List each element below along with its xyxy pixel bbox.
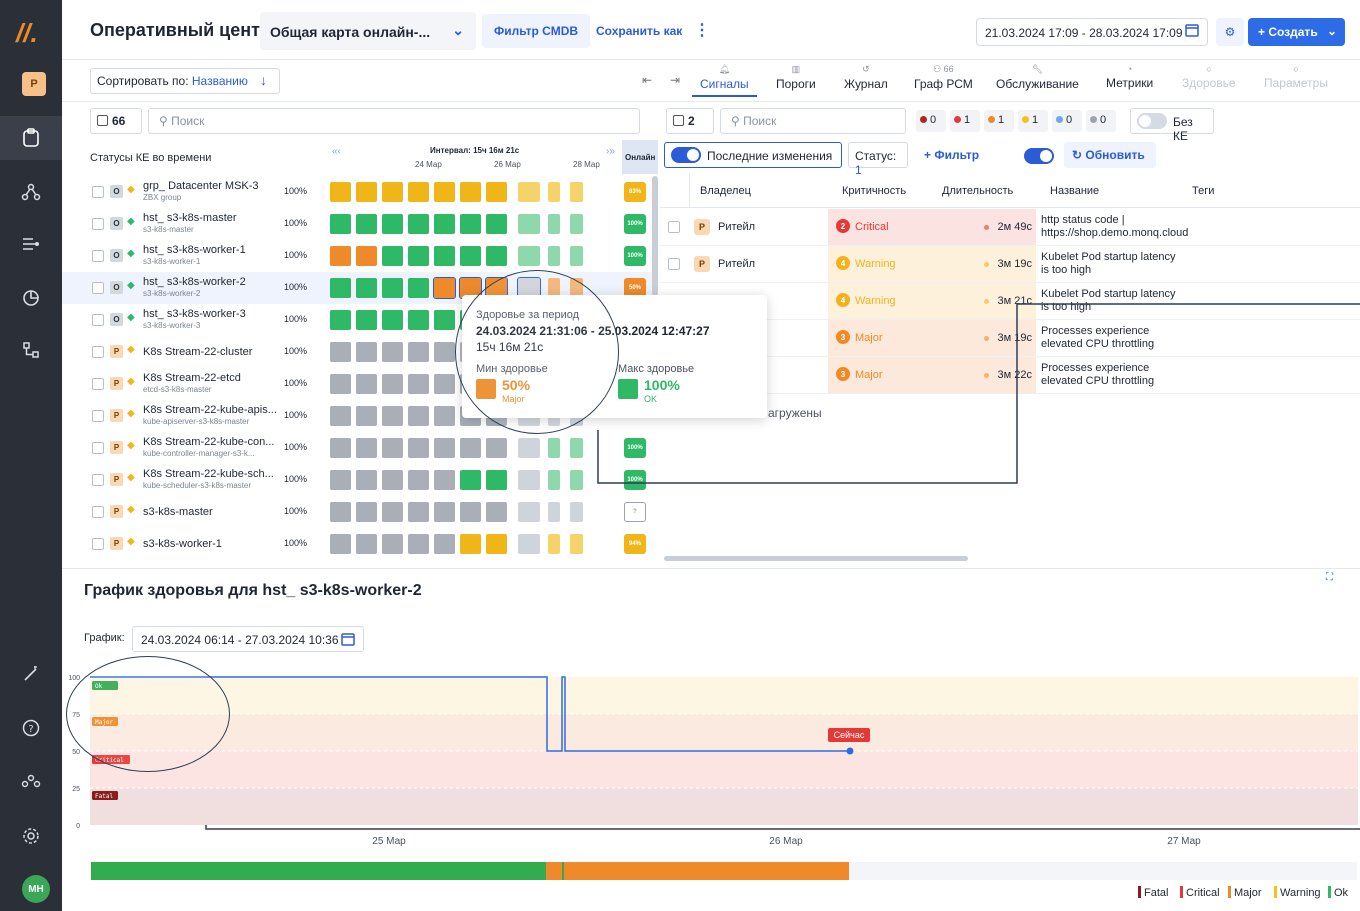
calendar-icon (341, 632, 355, 649)
status-strip-major (546, 862, 562, 880)
legend-label: Warning (1280, 887, 1321, 899)
y-tick-label: 50 (72, 749, 80, 756)
graph-range-value: 24.03.2024 06:14 - 27.03.2024 10:36 (141, 633, 339, 647)
graph-period-label: График: (84, 632, 125, 644)
health-graph-title: График здоровья для hst_ s3-k8s-worker-2 (84, 582, 422, 599)
band-tag-label: Fatal (95, 793, 113, 800)
x-tick-label: 27 Мар (1167, 836, 1201, 847)
x-tick-label: 25 Мар (372, 836, 406, 847)
zoom-callout-graph (66, 656, 230, 772)
x-tick-label: 26 Мар (769, 836, 803, 847)
legend-item: Major (1228, 886, 1262, 899)
legend-item: Warning (1274, 886, 1321, 899)
legend-item: Critical (1180, 886, 1220, 899)
y-tick-label: 25 (72, 786, 80, 793)
legend-swatch (1274, 886, 1277, 898)
status-strip-future (849, 862, 1357, 880)
y-tick-label: 100 (68, 675, 80, 682)
legend-swatch (1328, 886, 1331, 898)
panel-divider (62, 568, 1360, 569)
legend-swatch (1228, 886, 1231, 898)
legend-swatch (1138, 886, 1141, 898)
status-strip-major (564, 862, 849, 880)
legend-swatch (1180, 886, 1183, 898)
graph-range-picker[interactable]: 24.03.2024 06:14 - 27.03.2024 10:36 (132, 626, 364, 652)
legend-label: Critical (1186, 887, 1220, 899)
y-tick-label: 0 (76, 823, 80, 830)
legend-item: Fatal (1138, 886, 1168, 899)
legend-item: Ok (1328, 886, 1348, 899)
fullscreen-icon[interactable]: ⛶ (1326, 572, 1333, 583)
now-point (846, 747, 854, 755)
status-strip-ok (91, 862, 546, 880)
health-chart: 0255075100 OkMajorCriticalFatal Сейчас 2… (68, 675, 1358, 847)
legend-label: Fatal (1144, 887, 1169, 899)
now-label: Сейчас (834, 730, 865, 740)
legend-label: Ok (1334, 887, 1349, 899)
legend-label: Major (1234, 887, 1262, 899)
